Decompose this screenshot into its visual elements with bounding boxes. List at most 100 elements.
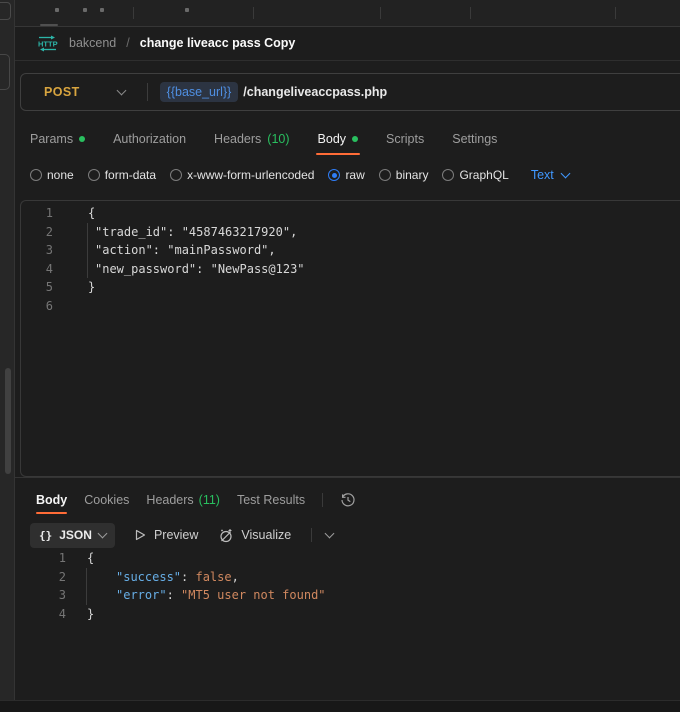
- section-divider: [15, 477, 680, 478]
- http-method-icon: HTTP: [36, 35, 59, 52]
- body-mode-x-www-form-urlencoded[interactable]: x-www-form-urlencoded: [170, 168, 314, 182]
- code-line[interactable]: 5}: [21, 278, 680, 297]
- tab-label: Body: [318, 132, 347, 146]
- code-line[interactable]: 4"new_password": "NewPass@123": [21, 260, 680, 279]
- indent-guide: [87, 241, 88, 260]
- topbar-tab-separator: [133, 7, 134, 19]
- response-format-label: JSON: [59, 528, 92, 542]
- rail-button-partial[interactable]: [0, 2, 11, 20]
- tab-label: Settings: [452, 132, 497, 146]
- topbar-tab-remnant-dot: [55, 8, 59, 12]
- indent-guide: [87, 260, 88, 279]
- left-rail: [0, 0, 15, 711]
- topbar-tab-separator: [380, 7, 381, 19]
- body-mode-label: raw: [345, 168, 364, 182]
- radio-icon: [328, 169, 340, 181]
- topbar-tab-separator: [470, 7, 471, 19]
- body-mode-form-data[interactable]: form-data: [88, 168, 156, 182]
- visualize-button[interactable]: Visualize: [218, 528, 291, 543]
- url-variable-chip[interactable]: {{base_url}}: [160, 82, 239, 102]
- url-path[interactable]: /changeliveaccpass.php: [243, 85, 387, 99]
- response-tab-test-results[interactable]: Test Results: [237, 486, 305, 514]
- body-mode-raw[interactable]: raw: [328, 168, 364, 182]
- token-key: "success": [116, 570, 181, 584]
- code-line[interactable]: 3"action": "mainPassword",: [21, 241, 680, 260]
- tab-params[interactable]: Params: [30, 120, 85, 158]
- response-tab-cookies[interactable]: Cookies: [84, 486, 129, 514]
- body-mode-label: GraphQL: [459, 168, 508, 182]
- svg-text:HTTP: HTTP: [38, 39, 58, 48]
- code-line[interactable]: 2"trade_id": "4587463217920",: [21, 223, 680, 242]
- tab-label: Headers: [214, 132, 261, 146]
- line-number: 5: [21, 278, 53, 297]
- line-number: 4: [21, 260, 53, 279]
- line-number: 2: [21, 223, 53, 242]
- radio-icon: [88, 169, 100, 181]
- topbar-tab-remnant-dot: [83, 8, 87, 12]
- response-history-icon[interactable]: [340, 492, 356, 508]
- radio-icon: [379, 169, 391, 181]
- tab-label: Body: [36, 493, 67, 507]
- body-mode-graphql[interactable]: GraphQL: [442, 168, 508, 182]
- tab-count-badge: (10): [267, 132, 289, 146]
- raw-format-selector[interactable]: Text: [531, 168, 569, 182]
- tab-settings[interactable]: Settings: [452, 120, 497, 158]
- preview-label: Preview: [154, 528, 198, 542]
- line-number: 1: [15, 549, 66, 568]
- code-line: 3"error": "MT5 user not found": [15, 586, 680, 605]
- body-mode-label: none: [47, 168, 74, 182]
- body-mode-binary[interactable]: binary: [379, 168, 429, 182]
- tab-scripts[interactable]: Scripts: [386, 120, 424, 158]
- url-bar-divider: [147, 83, 148, 101]
- play-icon: [135, 529, 146, 541]
- rail-scrollbar[interactable]: [5, 368, 11, 474]
- url-row: POST {{base_url}} /changeliveaccpass.php: [15, 61, 680, 120]
- raw-format-label: Text: [531, 168, 554, 182]
- request-title[interactable]: change liveacc pass Copy: [140, 36, 296, 50]
- response-tab-body[interactable]: Body: [36, 486, 67, 514]
- line-number: 3: [15, 586, 66, 605]
- response-body-viewer[interactable]: 1 {2 "success": false,3"error": "MT5 user …: [15, 549, 680, 623]
- line-number: 2: [15, 568, 66, 587]
- code-text: {: [88, 204, 95, 223]
- token-value: "MT5 user not found": [181, 588, 326, 602]
- tab-authorization[interactable]: Authorization: [113, 120, 186, 158]
- topbar-tab-remnant-dot: [100, 8, 104, 12]
- code-text: {: [87, 549, 94, 568]
- response-tabs: Body Cookies Headers (11) Test Results: [15, 486, 680, 514]
- response-toolbar: {} JSON Preview Visualize: [15, 520, 680, 550]
- code-text: "success": false,: [87, 568, 239, 587]
- token-punct: :: [167, 588, 181, 602]
- token-punct: :: [181, 570, 195, 584]
- code-line[interactable]: 6: [21, 297, 680, 316]
- footer-bar: [0, 700, 680, 712]
- topbar-tab-separator: [615, 7, 616, 19]
- wand-icon: [218, 528, 233, 543]
- tab-headers[interactable]: Headers (10): [214, 120, 289, 158]
- line-number: 6: [21, 297, 53, 316]
- indent-guide: [86, 568, 87, 587]
- preview-button[interactable]: Preview: [135, 528, 198, 542]
- line-number: 1: [21, 204, 53, 223]
- radio-icon: [170, 169, 182, 181]
- code-line[interactable]: 1{: [21, 204, 680, 223]
- response-format-button[interactable]: {} JSON: [30, 523, 115, 548]
- request-body-editor[interactable]: 1{2"trade_id": "4587463217920",3"action"…: [20, 200, 680, 477]
- tab-label: Headers: [146, 493, 193, 507]
- tab-body[interactable]: Body: [318, 120, 359, 158]
- breadcrumb-collection[interactable]: bakcend: [69, 36, 116, 50]
- tab-count-badge: (11): [199, 493, 220, 507]
- response-tabs-divider: [322, 493, 323, 507]
- indent-guide: [87, 223, 88, 242]
- method-chevron-icon[interactable]: [116, 86, 126, 96]
- response-tab-headers[interactable]: Headers (11): [146, 486, 220, 514]
- tab-label: Cookies: [84, 493, 129, 507]
- line-number: 4: [15, 605, 66, 624]
- body-mode-label: x-www-form-urlencoded: [187, 168, 314, 182]
- code-text: "action": "mainPassword",: [88, 241, 276, 260]
- body-mode-none[interactable]: none: [30, 168, 74, 182]
- tab-label: Scripts: [386, 132, 424, 146]
- modified-dot-icon: [352, 136, 358, 142]
- toolbar-more-chevron-icon[interactable]: [325, 529, 335, 539]
- rail-button-partial[interactable]: [0, 54, 10, 90]
